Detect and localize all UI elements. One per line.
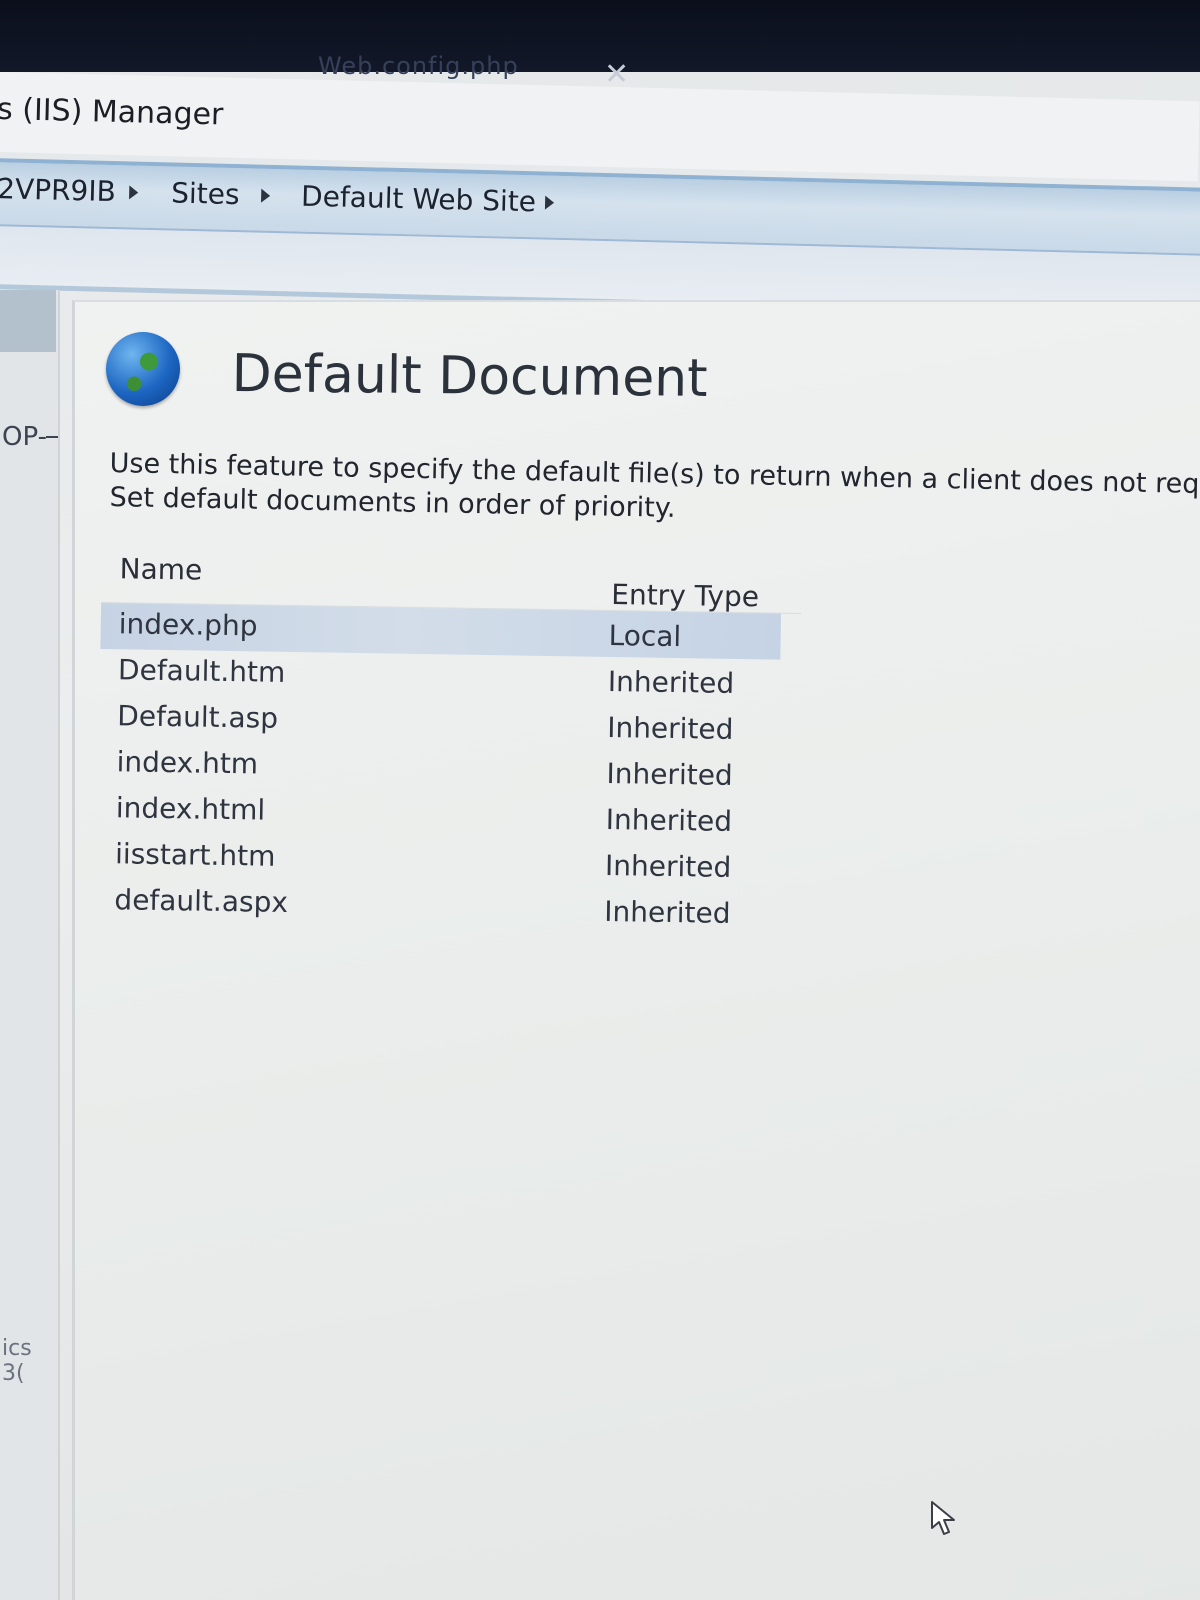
cell-name: Default.asp [117,699,279,735]
column-header-name[interactable]: Name [119,552,202,586]
cell-name: index.php [118,607,258,643]
tab-label[interactable]: Web.config.php [318,52,519,80]
cell-entry-type: Inherited [604,848,732,884]
cell-entry-type: Inherited [606,710,734,746]
cell-entry-type: Inherited [606,756,733,792]
cell-name: default.aspx [114,883,289,919]
cell-name: index.htm [116,745,259,781]
browser-tab-strip: Web.config.php ✕ [0,0,1200,90]
window-title: s (IIS) Manager [0,91,224,133]
cell-name: Default.htm [117,653,286,689]
connections-tree-node[interactable]: OP- [2,422,58,452]
cell-name: index.html [115,791,266,827]
connections-pane: OP- ics 3( [0,290,60,1600]
page-title: Default Document [231,344,708,409]
cell-entry-type: Inherited [605,802,733,838]
mouse-cursor-icon [931,1501,955,1535]
default-document-list: Name Entry Type index.php Local Default.ht… [96,546,802,936]
connections-status-text: ics 3( [2,1336,32,1386]
breadcrumb-arrow-icon[interactable] [260,188,271,203]
cell-entry-type: Local [608,618,682,654]
breadcrumb-item-server[interactable]: 2VPR9IB [0,172,116,208]
breadcrumb-arrow-icon[interactable] [129,185,139,200]
cell-entry-type: Inherited [607,664,735,700]
list-body: index.php Local Default.htm Inherited Defaul… [96,602,801,936]
cell-entry-type: Inherited [604,894,731,930]
breadcrumb-arrow-icon[interactable] [544,195,555,210]
breadcrumb-item-sites[interactable]: Sites [171,176,240,211]
tab-close-icon[interactable]: ✕ [604,60,629,90]
globe-icon [106,332,180,406]
breadcrumb-item-site[interactable]: Default Web Site [301,180,537,219]
cell-name: iisstart.htm [114,837,276,873]
column-header-entry-type[interactable]: Entry Type [611,578,759,613]
connections-pane-header [0,290,56,352]
screen: Web.config.php ✕ s (IIS) Manager 2VPR9IB… [0,0,1200,1600]
